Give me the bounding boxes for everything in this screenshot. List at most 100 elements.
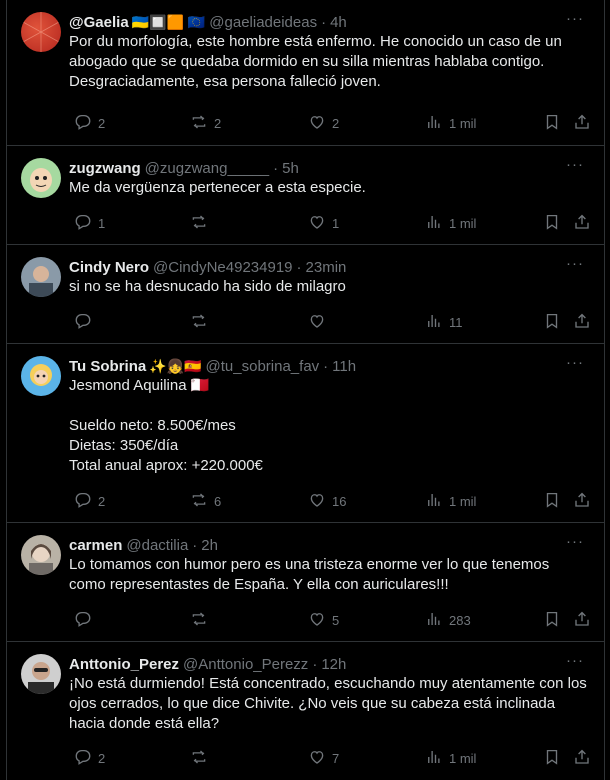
repost-button[interactable] [190,312,214,333]
reply-button[interactable]: 2 [74,113,105,134]
more-icon[interactable]: ··· [566,255,584,272]
like-count: 7 [332,751,340,766]
timestamp[interactable]: 23min [306,259,347,276]
timestamp[interactable]: 5h [282,160,299,177]
bookmark-button[interactable] [543,748,561,769]
reply-button[interactable]: 2 [74,748,105,769]
more-icon[interactable]: ··· [566,652,584,669]
avatar[interactable] [21,257,61,297]
tweet[interactable]: zugzwang @zugzwang_____ · 5h ··· Me da v… [7,146,604,245]
bookmark-icon [543,312,561,333]
views-count: 1 mil [449,494,477,509]
like-button[interactable]: 2 [308,113,339,134]
bookmark-button[interactable] [543,312,561,333]
tweet[interactable]: Tu Sobrina ✨👧🇪🇸 @tu_sobrina_fav · 11h ··… [7,344,604,523]
action-bar: 11 [69,312,591,333]
views-icon [425,748,443,769]
views-button[interactable]: 11 [425,312,463,333]
reply-count: 2 [98,494,106,509]
more-icon[interactable]: ··· [566,10,584,27]
like-button[interactable]: 1 [308,213,339,234]
timestamp[interactable]: 12h [321,656,346,673]
avatar[interactable] [21,535,61,575]
user-handle[interactable]: @gaeliadeideas [209,14,317,31]
like-button[interactable] [308,312,332,333]
share-icon [573,610,591,631]
timestamp[interactable]: 11h [332,358,356,375]
user-handle[interactable]: @zugzwang_____ [145,160,269,177]
reply-button[interactable]: 2 [74,491,105,512]
share-icon [573,113,591,134]
repost-icon [190,748,208,769]
tweet[interactable]: @Gaelia 🇺🇦🔲🟧 🇪🇺 @gaeliadeideas · 4h ··· … [7,0,604,146]
user-handle[interactable]: @Anttonio_Perezz [183,656,308,673]
share-button[interactable] [573,748,591,769]
display-name[interactable]: zugzwang [69,160,141,177]
display-name[interactable]: Anttonio_Perez [69,656,179,673]
display-name[interactable]: @Gaelia [69,14,129,31]
share-button[interactable] [573,610,591,631]
repost-button[interactable] [190,610,214,631]
reply-icon [74,610,92,631]
tweet-header: carmen @dactilia · 2h [69,535,588,555]
like-button[interactable]: 7 [308,748,339,769]
more-icon[interactable]: ··· [566,156,584,173]
timeline-feed: @Gaelia 🇺🇦🔲🟧 🇪🇺 @gaeliadeideas · 4h ··· … [6,0,605,780]
repost-icon [190,610,208,631]
views-icon [425,113,443,134]
user-handle[interactable]: @tu_sobrina_fav [206,358,320,375]
avatar[interactable] [21,12,61,52]
tweet-text: ¡No está durmiendo! Está concentrado, es… [69,675,591,732]
avatar[interactable] [21,654,61,694]
avatar[interactable] [21,356,61,396]
reply-button[interactable]: 1 [74,213,105,234]
reply-button[interactable] [74,312,98,333]
more-icon[interactable]: ··· [566,533,584,550]
share-button[interactable] [573,312,591,333]
display-name[interactable]: carmen [69,537,122,554]
views-button[interactable]: 283 [425,610,471,631]
display-name[interactable]: Cindy Nero [69,259,149,276]
views-icon [425,312,443,333]
like-count: 16 [332,494,347,509]
repost-button[interactable] [190,213,214,234]
views-button[interactable]: 1 mil [425,213,476,234]
user-handle[interactable]: @CindyNe49234919 [153,259,293,276]
display-name[interactable]: Tu Sobrina [69,358,146,375]
tweet[interactable]: Anttonio_Perez @Anttonio_Perezz · 12h ··… [7,642,604,780]
like-icon [308,748,326,769]
tweet-header: zugzwang @zugzwang_____ · 5h [69,158,588,178]
views-button[interactable]: 1 mil [425,113,476,134]
views-count: 11 [449,315,463,330]
share-button[interactable] [573,213,591,234]
views-button[interactable]: 1 mil [425,748,476,769]
timestamp[interactable]: 2h [201,537,218,554]
separator-dot: · [192,536,198,554]
repost-button[interactable]: 2 [190,113,221,134]
more-icon[interactable]: ··· [566,354,584,371]
tweet-text: Me da vergüenza pertenecer a esta especi… [69,179,366,196]
tweet[interactable]: carmen @dactilia · 2h ··· Lo tomamos con… [7,523,604,642]
tweet-text: Por du morfología, este hombre está enfe… [69,33,566,90]
views-count: 1 mil [449,751,477,766]
like-button[interactable]: 5 [308,610,339,631]
reply-icon [74,213,92,234]
bookmark-button[interactable] [543,610,561,631]
views-button[interactable]: 1 mil [425,491,476,512]
bookmark-button[interactable] [543,113,561,134]
share-button[interactable] [573,113,591,134]
tweet[interactable]: Cindy Nero @CindyNe49234919 · 23min ··· … [7,245,604,344]
share-icon [573,312,591,333]
timestamp[interactable]: 4h [330,14,347,31]
tweet-header: Anttonio_Perez @Anttonio_Perezz · 12h [69,654,588,674]
share-button[interactable] [573,491,591,512]
user-handle[interactable]: @dactilia [126,537,188,554]
repost-button[interactable] [190,748,214,769]
avatar[interactable] [21,158,61,198]
repost-button[interactable]: 6 [190,491,221,512]
like-icon [308,213,326,234]
like-button[interactable]: 16 [308,491,346,512]
bookmark-button[interactable] [543,491,561,512]
bookmark-button[interactable] [543,213,561,234]
reply-button[interactable] [74,610,98,631]
